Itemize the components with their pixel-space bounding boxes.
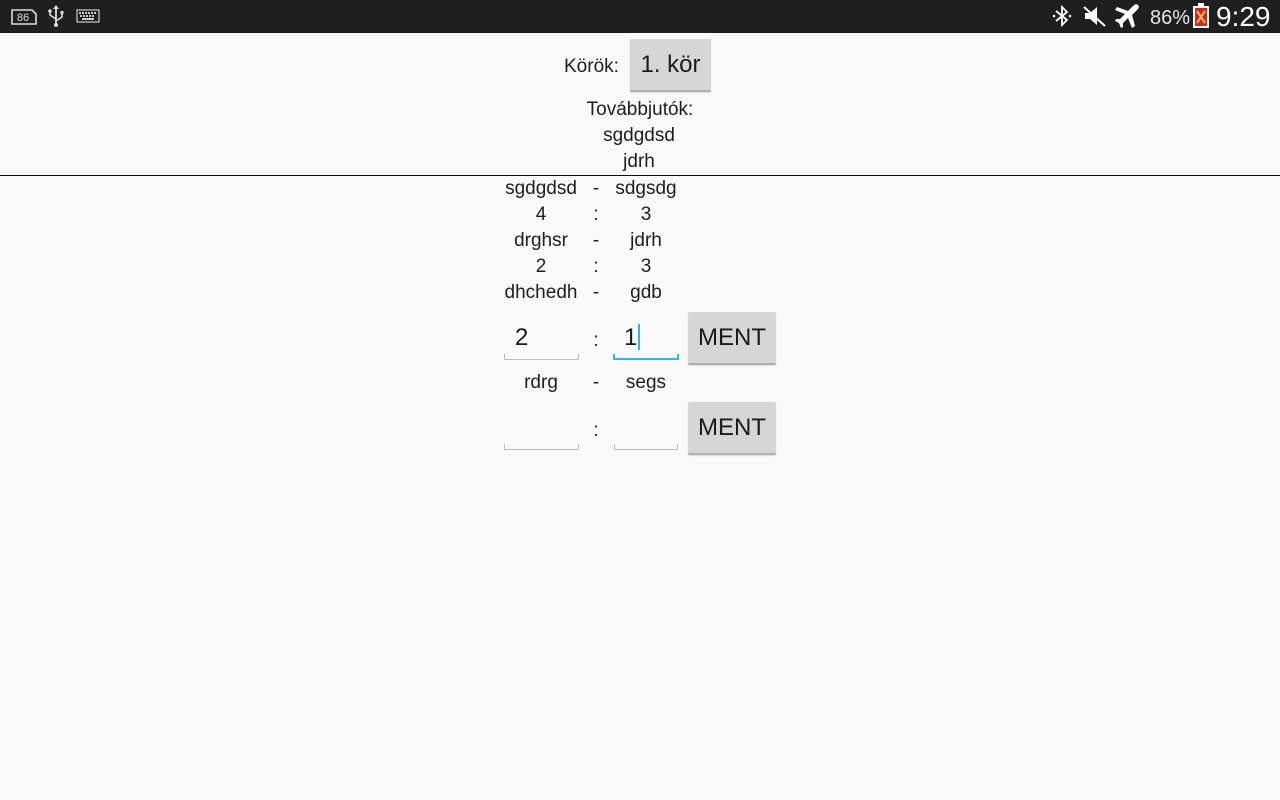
usb-icon [45, 4, 67, 28]
rounds-label: Körök: [564, 56, 619, 77]
score-colon: : [593, 256, 599, 277]
battery-percent: 86% [1150, 7, 1191, 29]
save-button[interactable]: MENT [688, 312, 776, 365]
text-cursor [638, 323, 641, 350]
keyboard-icon [76, 4, 100, 28]
match-home-team: rdrg [524, 372, 558, 393]
away-score-input[interactable]: 1 [613, 316, 679, 360]
advancer-item: sgdgdsd [603, 125, 675, 146]
match-home-team: drghsr [514, 230, 568, 251]
round-button[interactable]: 1. kör [630, 39, 711, 92]
away-score-input[interactable] [614, 406, 678, 450]
score-colon: : [593, 204, 599, 225]
input-underline [504, 354, 579, 360]
match-away-team: jdrh [630, 230, 662, 251]
home-score-value: 2 [515, 324, 529, 351]
match-separator: - [592, 178, 600, 199]
score-colon: : [593, 420, 599, 441]
mute-icon [1082, 4, 1108, 28]
match-home-team: dhchedh [504, 282, 578, 303]
clock: 9:29 [1216, 1, 1271, 32]
match-home-score: 4 [535, 204, 547, 225]
input-underline [613, 354, 679, 360]
svg-text:86: 86 [17, 12, 29, 24]
match-away-score: 3 [640, 256, 652, 277]
save-button[interactable]: MENT [688, 402, 776, 455]
input-underline [614, 444, 678, 450]
bluetooth-icon [1050, 4, 1074, 28]
match-separator: - [592, 282, 600, 303]
away-score-value: 1 [624, 324, 638, 351]
advancers-label: Továbbjutók: [586, 99, 694, 120]
match-separator: - [592, 372, 600, 393]
home-score-input[interactable] [504, 406, 579, 450]
match-away-score: 3 [640, 204, 652, 225]
sim-86-icon: 86 [9, 4, 39, 28]
airplane-mode-icon [1114, 4, 1142, 28]
home-score-input[interactable]: 2 [504, 316, 579, 360]
match-away-team: segs [625, 372, 667, 393]
battery-icon [1192, 3, 1210, 28]
score-colon: : [593, 330, 599, 351]
match-home-score: 2 [535, 256, 547, 277]
match-away-team: gdb [630, 282, 662, 303]
match-separator: - [592, 230, 600, 251]
advancer-item: jdrh [623, 151, 655, 172]
input-underline [504, 444, 579, 450]
match-away-team: sdgsdg [615, 178, 677, 199]
match-home-team: sgdgdsd [505, 178, 577, 199]
status-bar: 86 86% 9:29 [0, 0, 1280, 33]
